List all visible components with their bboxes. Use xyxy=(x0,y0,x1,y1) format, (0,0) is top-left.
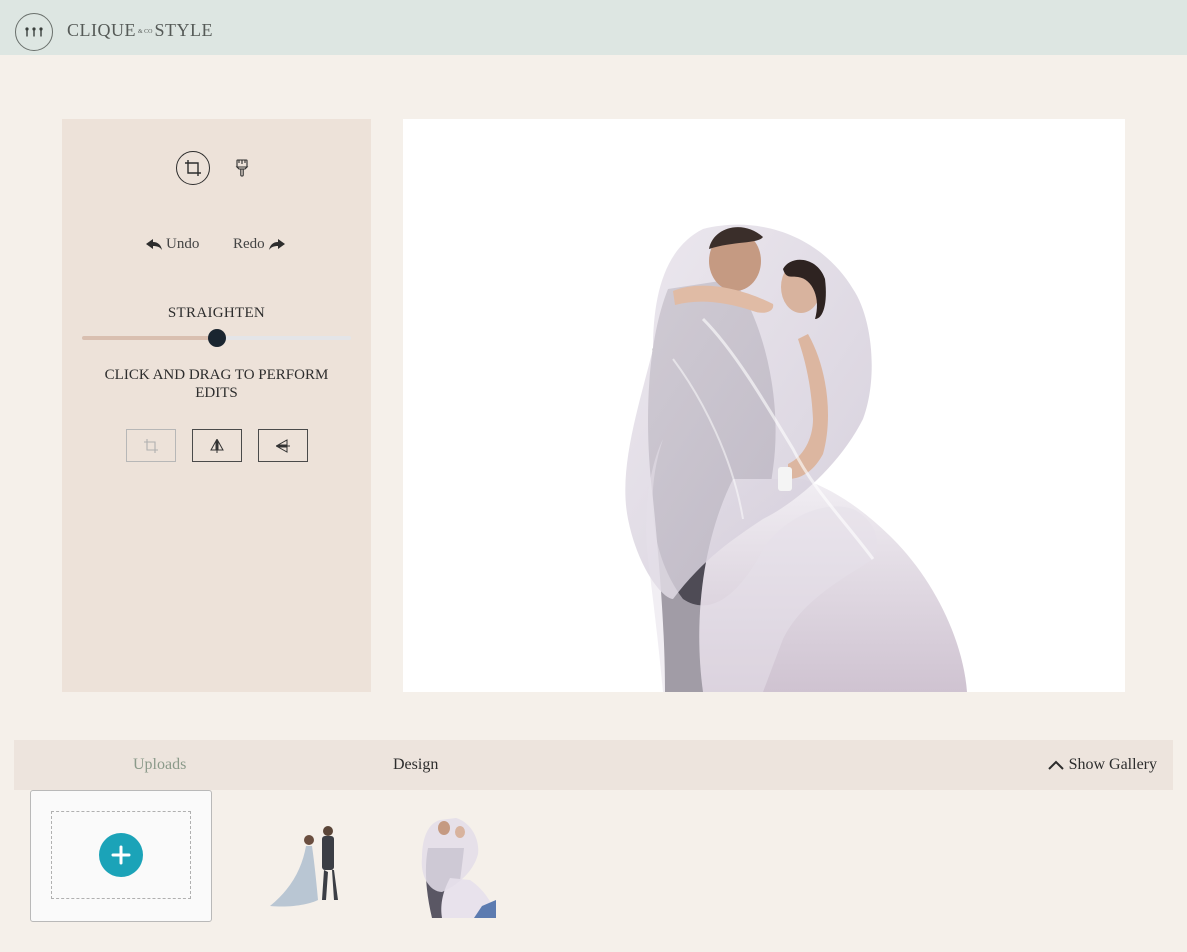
plus-icon xyxy=(111,845,131,865)
couple-walking-thumbnail xyxy=(270,826,338,907)
wedding-couple-image[interactable] xyxy=(403,119,1125,692)
straighten-label: STRAIGHTEN xyxy=(167,305,266,321)
couple-veil-thumbnail xyxy=(421,818,496,918)
upload-thumbnail[interactable] xyxy=(262,808,352,918)
undo-arrow-icon xyxy=(146,238,162,250)
flip-vertical-button[interactable] xyxy=(258,429,308,462)
show-gallery-button[interactable]: Show Gallery xyxy=(1047,756,1157,774)
redo-arrow-icon xyxy=(268,238,285,250)
bottom-tab-bar: Uploads Design Show Gallery xyxy=(14,740,1173,790)
upload-thumbnail[interactable] xyxy=(412,808,496,918)
upload-dropzone[interactable] xyxy=(51,811,191,899)
upload-card xyxy=(30,790,212,922)
crop-frame-icon xyxy=(185,160,201,176)
add-upload-button[interactable] xyxy=(99,833,143,877)
redo-button[interactable]: Redo xyxy=(233,236,285,253)
edit-panel: Undo Redo STRAIGHTEN CLICK AND DRAG TO P… xyxy=(62,119,371,692)
editor-canvas[interactable] xyxy=(403,119,1125,692)
brand-name-joiner: & CO xyxy=(138,28,153,35)
redo-label: Redo xyxy=(233,236,265,252)
crop-mode-button[interactable] xyxy=(176,151,210,185)
edit-instructions: CLICK AND DRAG TO PERFORM EDITS xyxy=(104,367,329,401)
flip-horizontal-button[interactable] xyxy=(192,429,242,462)
brand-name-right: STYLE xyxy=(154,20,214,40)
brand-name-left: CLIQUE xyxy=(67,20,136,40)
straighten-slider[interactable] xyxy=(82,329,351,347)
flip-vertical-icon xyxy=(276,438,290,453)
chevron-up-icon xyxy=(1047,760,1064,770)
paint-mode-button[interactable] xyxy=(232,157,252,179)
undo-label: Undo xyxy=(166,236,200,252)
paintbrush-icon xyxy=(235,159,249,177)
tab-design[interactable]: Design xyxy=(393,756,438,774)
slider-thumb[interactable] xyxy=(208,329,226,347)
slider-fill xyxy=(82,336,217,340)
flip-horizontal-icon xyxy=(210,438,224,453)
brand-name[interactable]: CLIQUE & CO STYLE xyxy=(67,20,213,41)
show-gallery-label: Show Gallery xyxy=(1068,756,1157,773)
brand-logo-icon[interactable] xyxy=(15,13,53,51)
undo-button[interactable]: Undo xyxy=(146,236,199,253)
crop-tool-button[interactable] xyxy=(126,429,176,462)
top-header: CLIQUE & CO STYLE xyxy=(0,0,1187,55)
tab-uploads[interactable]: Uploads xyxy=(133,756,186,774)
crop-icon xyxy=(144,438,158,453)
